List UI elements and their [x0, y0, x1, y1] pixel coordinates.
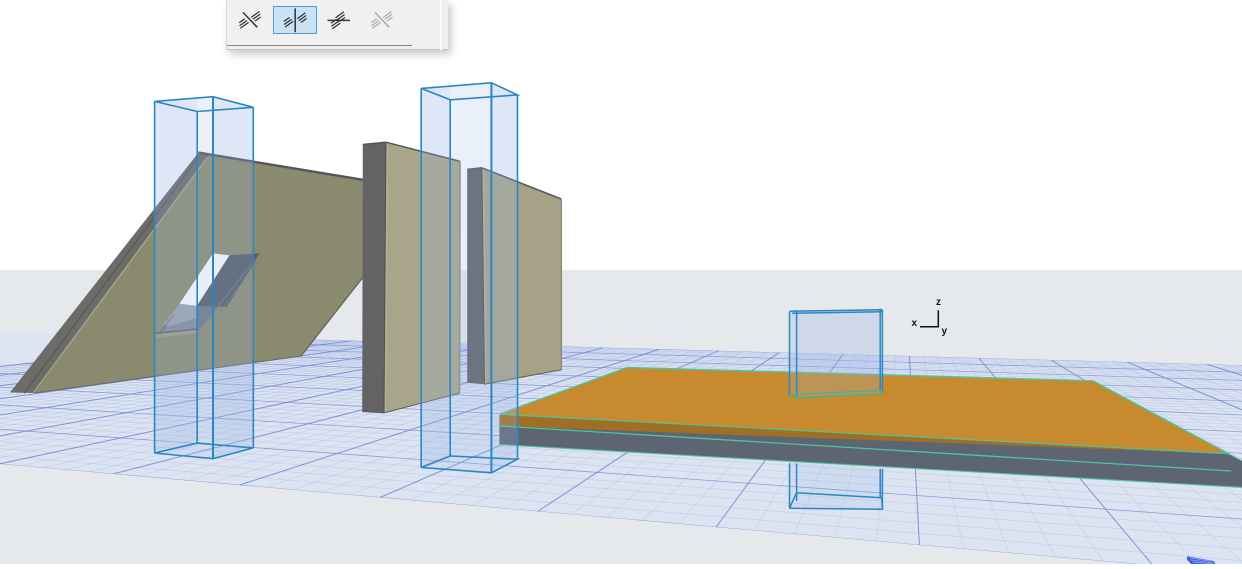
- svg-text:y: y: [942, 326, 948, 337]
- svg-text:z: z: [936, 297, 941, 308]
- svg-text:x: x: [912, 318, 918, 329]
